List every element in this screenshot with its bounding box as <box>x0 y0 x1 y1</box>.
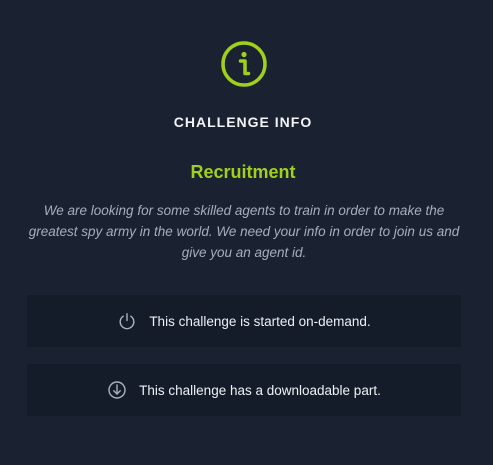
page-title: CHALLENGE INFO <box>173 114 313 130</box>
challenge-info-panel: CHALLENGE INFO Recruitment We are lookin… <box>0 0 493 465</box>
challenge-name: Recruitment <box>190 162 296 182</box>
power-icon <box>117 311 137 331</box>
feature-downloadable: This challenge has a downloadable part. <box>27 364 461 416</box>
feature-text: This challenge is started on-demand. <box>149 313 371 329</box>
download-circle-icon <box>107 380 127 400</box>
feature-on-demand: This challenge is started on-demand. <box>27 295 461 347</box>
feature-text: This challenge has a downloadable part. <box>139 382 381 398</box>
challenge-description: We are looking for some skilled agents t… <box>28 203 460 260</box>
info-circle-icon <box>220 40 268 88</box>
